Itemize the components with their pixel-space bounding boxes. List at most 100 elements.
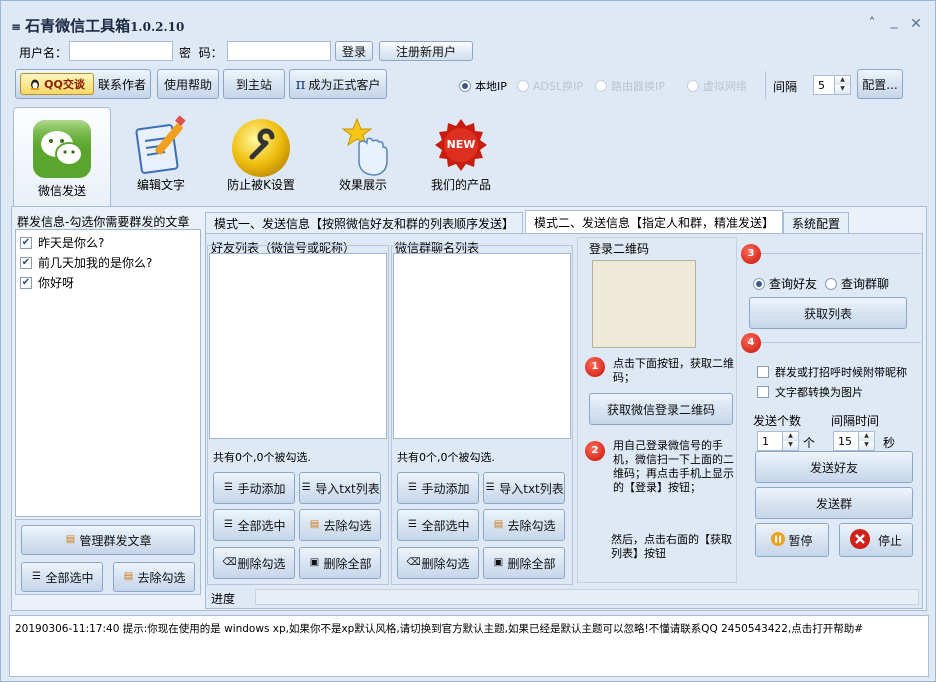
friends-deselect-button[interactable]: ▤ 去除勾选 bbox=[299, 509, 381, 541]
pause-button[interactable]: 暂停 bbox=[755, 523, 829, 557]
article-list: ✔ 昨天是你么? ✔ 前几天加我的是你么? ✔ 你好呀 bbox=[15, 229, 201, 517]
spinner-buttons[interactable]: ▲ ▼ bbox=[834, 76, 850, 94]
import-icon: ☰ bbox=[301, 482, 311, 493]
spin-down-icon[interactable]: ▼ bbox=[834, 85, 850, 94]
query-friends-radio[interactable]: 查询好友 bbox=[753, 275, 817, 292]
nav-label: 我们的产品 bbox=[430, 178, 491, 192]
step1-text: 点击下面按钮，获取二维码； bbox=[613, 357, 734, 384]
stop-button[interactable]: 停止 bbox=[839, 523, 913, 557]
article-item-3[interactable]: ✔ 你好呀 bbox=[20, 274, 74, 291]
manage-articles-button[interactable]: ▤ 管理群发文章 bbox=[21, 525, 195, 555]
groups-select-all-button[interactable]: ☰ 全部选中 bbox=[397, 509, 479, 541]
checkbox[interactable]: ✔ bbox=[20, 276, 32, 289]
opt-nickname-checkbox[interactable]: 群发或打招呼时候附带昵称 bbox=[757, 364, 907, 380]
spin-down-icon[interactable]: ▼ bbox=[858, 441, 874, 450]
button-label: 删除全部 bbox=[507, 556, 556, 571]
nav-showcase[interactable]: 效果展示 bbox=[317, 111, 409, 201]
checkbox[interactable]: ✔ bbox=[20, 256, 32, 269]
groups-delete-all-button[interactable]: ▣ 删除全部 bbox=[483, 547, 565, 579]
menu-glyph[interactable]: ≡ bbox=[11, 20, 21, 34]
button-label: 手动添加 bbox=[421, 481, 470, 496]
friends-delete-checked-button[interactable]: ⌫ 删除勾选 bbox=[213, 547, 295, 579]
password-label: 密 码： bbox=[179, 46, 223, 60]
button-label: 全部选中 bbox=[421, 518, 470, 533]
help-button[interactable]: 使用帮助 bbox=[157, 69, 219, 99]
article-item-1[interactable]: ✔ 昨天是你么? bbox=[20, 234, 104, 251]
friends-select-all-button[interactable]: ☰ 全部选中 bbox=[213, 509, 295, 541]
spinner-buttons[interactable]: ▲ ▼ bbox=[858, 432, 874, 450]
progress-bar bbox=[255, 589, 919, 605]
groups-add-button[interactable]: ☰ 手动添加 bbox=[397, 472, 479, 504]
button-label: 去除勾选 bbox=[323, 518, 372, 533]
select-all-icon: ☰ bbox=[408, 519, 417, 530]
spin-up-icon[interactable]: ▲ bbox=[858, 432, 874, 441]
send-count-value: 1 bbox=[762, 434, 769, 448]
radio-dot bbox=[517, 80, 529, 92]
password-input[interactable] bbox=[227, 41, 331, 61]
button-label: 导入txt列表 bbox=[315, 481, 380, 496]
send-count-spinner[interactable]: 1 ▲ ▼ bbox=[757, 431, 799, 451]
tab-system-config[interactable]: 系统配置 bbox=[783, 212, 850, 234]
nav-products[interactable]: NEW 我们的产品 bbox=[415, 111, 507, 201]
nav-wechat-send[interactable]: 微信发送 bbox=[13, 107, 111, 207]
register-button[interactable]: 注册新用户 bbox=[379, 41, 473, 61]
divider bbox=[765, 71, 766, 99]
checkbox[interactable] bbox=[757, 366, 769, 378]
interval-spinner[interactable]: 5 ▲ ▼ bbox=[813, 75, 851, 95]
homepage-button[interactable]: 到主站 bbox=[223, 69, 285, 99]
username-input[interactable] bbox=[69, 41, 173, 61]
query-groups-radio[interactable]: 查询群聊 bbox=[825, 275, 889, 292]
tab-mode-one[interactable]: 模式一、发送信息【按照微信好友和群的列表顺序发送】 bbox=[205, 212, 524, 234]
article-item-2[interactable]: ✔ 前几天加我的是你么? bbox=[20, 254, 152, 271]
groups-list[interactable] bbox=[393, 253, 571, 439]
import-icon: ☰ bbox=[485, 482, 495, 493]
friends-add-button[interactable]: ☰ 手动添加 bbox=[213, 472, 295, 504]
eraser-icon: ⌫ bbox=[406, 557, 421, 568]
groups-import-button[interactable]: ☰ 导入txt列表 bbox=[483, 472, 565, 504]
spinner-buttons[interactable]: ▲ ▼ bbox=[782, 432, 798, 450]
radio-label: 查询群聊 bbox=[841, 277, 890, 291]
divider bbox=[761, 253, 921, 254]
left-select-all-button[interactable]: ☰ 全部选中 bbox=[21, 562, 103, 592]
checkbox-label: 群发或打招呼时候附带昵称 bbox=[775, 366, 907, 379]
stop-icon bbox=[849, 528, 870, 552]
become-customer-button[interactable]: π 成为正式客户 bbox=[289, 69, 387, 99]
ip-local-radio[interactable]: 本地IP bbox=[459, 78, 507, 94]
wechat-icon bbox=[31, 118, 93, 183]
minimize-button[interactable]: _ bbox=[885, 12, 903, 30]
get-qr-button[interactable]: 获取微信登录二维码 bbox=[589, 393, 733, 425]
radio-dot bbox=[825, 277, 837, 290]
friends-list[interactable] bbox=[209, 253, 387, 439]
checkbox[interactable] bbox=[757, 386, 769, 398]
opt-image-checkbox[interactable]: 文字都转换为图片 bbox=[757, 384, 863, 400]
send-interval-unit: 秒 bbox=[883, 436, 896, 450]
qq-chat-button[interactable]: QQ交谈 bbox=[20, 73, 94, 95]
groups-deselect-button[interactable]: ▤ 去除勾选 bbox=[483, 509, 565, 541]
collapse-button[interactable]: ˄ bbox=[863, 15, 881, 33]
article-label: 前几天加我的是你么? bbox=[38, 256, 153, 270]
send-groups-button[interactable]: 发送群 bbox=[755, 487, 913, 519]
delete-all-icon: ▣ bbox=[493, 557, 504, 568]
tab-mode-two[interactable]: 模式二、发送信息【指定人和群，精准发送】 bbox=[525, 210, 784, 234]
config-button[interactable]: 配置... bbox=[857, 69, 903, 99]
nav-anti-kick[interactable]: 防止被K设置 bbox=[215, 111, 307, 201]
nav-edit-text[interactable]: 编辑文字 bbox=[115, 111, 207, 201]
send-interval-spinner[interactable]: 15 ▲ ▼ bbox=[833, 431, 875, 451]
get-list-button[interactable]: 获取列表 bbox=[749, 297, 907, 329]
button-label: 导入txt列表 bbox=[499, 481, 564, 496]
add-icon: ☰ bbox=[408, 482, 417, 493]
app-title: 石青微信工具箱 bbox=[25, 17, 131, 35]
groups-delete-checked-button[interactable]: ⌫ 删除勾选 bbox=[397, 547, 479, 579]
spin-down-icon[interactable]: ▼ bbox=[782, 441, 798, 450]
friends-import-button[interactable]: ☰ 导入txt列表 bbox=[299, 472, 381, 504]
friends-delete-all-button[interactable]: ▣ 删除全部 bbox=[299, 547, 381, 579]
close-button[interactable]: ✕ bbox=[907, 15, 925, 33]
send-friends-button[interactable]: 发送好友 bbox=[755, 451, 913, 483]
contact-author-label[interactable]: 联系作者 bbox=[98, 76, 146, 93]
left-panel-title: 群发信息-勾选你需要群发的文章 bbox=[17, 215, 190, 229]
spin-up-icon[interactable]: ▲ bbox=[834, 76, 850, 85]
checkbox[interactable]: ✔ bbox=[20, 236, 32, 249]
spin-up-icon[interactable]: ▲ bbox=[782, 432, 798, 441]
login-button[interactable]: 登录 bbox=[335, 41, 373, 61]
left-deselect-button[interactable]: ▤ 去除勾选 bbox=[113, 562, 195, 592]
